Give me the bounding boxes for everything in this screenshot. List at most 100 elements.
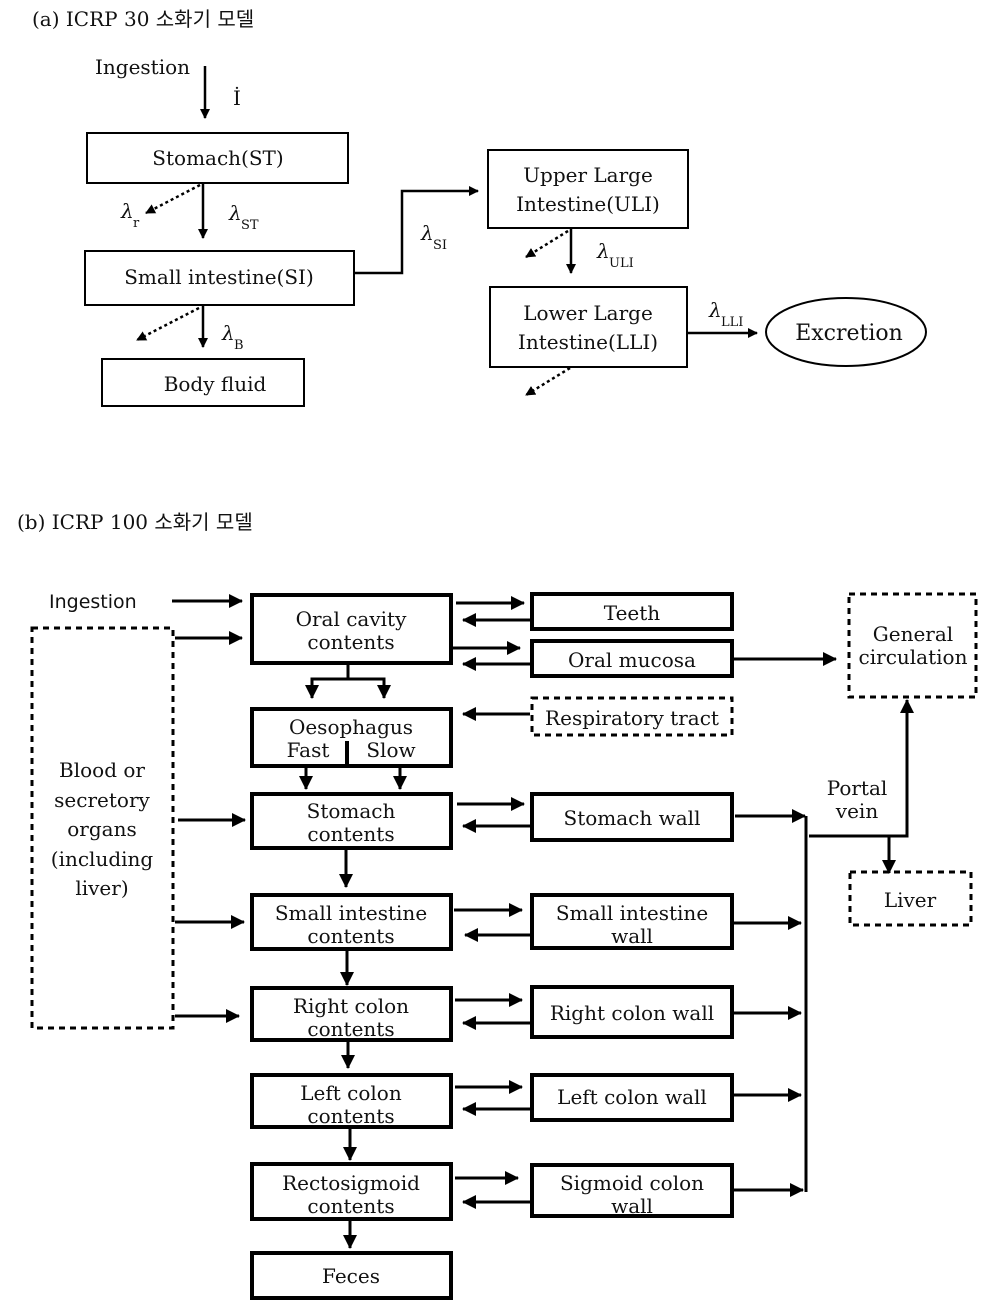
svg-text:LLI: LLI	[721, 315, 743, 330]
panel-a: (a) ICRP 30 소화기 모델 Ingestion İ Stomach(S…	[32, 7, 927, 407]
svg-text:Respiratory tract: Respiratory tract	[545, 706, 719, 730]
oral-to-oesophagus-slow-arrow	[348, 677, 391, 699]
svg-text:Upper Large: Upper Large	[523, 163, 653, 187]
svg-text:Left colon: Left colon	[300, 1081, 402, 1105]
svg-text:wall: wall	[611, 1194, 653, 1218]
uli-dotted-arrow	[525, 229, 569, 259]
teeth-box: Teeth	[530, 592, 734, 631]
svg-text:Stomach: Stomach	[307, 799, 396, 823]
svg-text:wall: wall	[611, 924, 653, 948]
oesophagus-slow-label: Slow	[366, 738, 415, 762]
svg-text:ST: ST	[241, 218, 259, 233]
gi-tract-models-figure: (a) ICRP 30 소화기 모델 Ingestion İ Stomach(S…	[17, 7, 978, 1300]
svg-text:Intestine(LLI): Intestine(LLI)	[518, 330, 658, 354]
svg-text:Sigmoid colon: Sigmoid colon	[560, 1171, 704, 1195]
svg-text:λ: λ	[221, 321, 235, 345]
lambda-lli-label: λ LLI	[708, 298, 743, 330]
svg-text:Right colon: Right colon	[293, 994, 409, 1018]
stomach-wall-box: Stomach wall	[530, 792, 734, 842]
svg-text:contents: contents	[307, 924, 394, 948]
rectosigmoid-contents-box: Rectosigmoid contents	[250, 1162, 453, 1221]
svg-text:circulation: circulation	[859, 645, 968, 669]
svg-text:contents: contents	[307, 1194, 394, 1218]
sigmoid-colon-wall-box: Sigmoid colon wall	[530, 1163, 734, 1218]
svg-text:λ: λ	[596, 239, 610, 263]
svg-text:Portal: Portal	[827, 776, 888, 800]
body-fluid-box: Body fluid	[101, 358, 305, 407]
respiratory-tract-box: Respiratory tract	[530, 696, 734, 737]
small-intestine-contents-box: Small intestine contents	[250, 893, 453, 951]
svg-text:contents: contents	[307, 1017, 394, 1041]
svg-text:Rectosigmoid: Rectosigmoid	[282, 1171, 420, 1195]
svg-text:Small intestine: Small intestine	[275, 901, 427, 925]
svg-text:Stomach(ST): Stomach(ST)	[152, 146, 283, 170]
small-intestine-wall-box: Small intestine wall	[530, 893, 734, 950]
svg-text:(including: (including	[51, 847, 154, 871]
blood-secretory-organs-box: Blood or secretory organs (including liv…	[30, 626, 175, 1030]
svg-text:contents: contents	[307, 1104, 394, 1128]
oral-mucosa-box: Oral mucosa	[530, 639, 734, 678]
svg-text:λ: λ	[120, 199, 134, 223]
right-colon-contents-box: Right colon contents	[250, 986, 453, 1042]
left-colon-contents-box: Left colon contents	[250, 1073, 453, 1129]
lambda-b-label: λ B	[221, 321, 244, 353]
ingestion-rate-label: İ	[233, 86, 241, 110]
svg-text:λ: λ	[228, 201, 242, 225]
svg-text:Body fluid: Body fluid	[164, 372, 267, 396]
lli-dotted-arrow	[525, 366, 571, 397]
svg-text:contents: contents	[307, 630, 394, 654]
panel-b-title: (b) ICRP 100 소화기 모델	[17, 510, 253, 534]
ingestion-label-b: Ingestion	[49, 591, 137, 613]
excretion-ellipse: Excretion	[765, 297, 927, 367]
panel-b: (b) ICRP 100 소화기 모델 Ingestion Blood or s…	[17, 510, 978, 1300]
svg-text:ULI: ULI	[609, 256, 634, 271]
svg-text:Oesophagus: Oesophagus	[289, 715, 413, 739]
svg-text:SI: SI	[433, 238, 447, 253]
svg-text:Intestine(ULI): Intestine(ULI)	[516, 192, 660, 216]
svg-text:Left colon wall: Left colon wall	[557, 1085, 707, 1109]
svg-text:organs: organs	[67, 817, 136, 841]
svg-text:Oral cavity: Oral cavity	[296, 607, 407, 631]
oesophagus-fast-label: Fast	[287, 738, 330, 762]
right-colon-wall-box: Right colon wall	[530, 985, 734, 1039]
oral-to-oesophagus-fast-arrow	[305, 663, 350, 699]
svg-text:λ: λ	[420, 221, 434, 245]
svg-text:Blood or: Blood or	[59, 758, 145, 782]
svg-text:λ: λ	[708, 298, 722, 322]
oral-cavity-contents-box: Oral cavity contents	[250, 593, 453, 665]
lli-box: Lower Large Intestine(LLI)	[489, 286, 688, 368]
lambda-si-label: λ SI	[420, 221, 447, 253]
portal-vein-label: Portal vein	[827, 776, 888, 823]
lambda-uli-label: λ ULI	[596, 239, 634, 271]
oesophagus-box: Oesophagus Fast Slow	[250, 707, 453, 768]
stomach-contents-box: Stomach contents	[250, 792, 453, 850]
svg-text:Feces: Feces	[322, 1264, 380, 1288]
liver-box: Liver	[848, 870, 973, 927]
svg-text:Excretion: Excretion	[795, 321, 903, 346]
svg-text:Teeth: Teeth	[604, 601, 660, 625]
ingestion-label-a: Ingestion	[95, 55, 190, 79]
lambda-r-label: λ r	[120, 199, 140, 231]
svg-text:Small intestine(SI): Small intestine(SI)	[124, 265, 314, 289]
uli-box: Upper Large Intestine(ULI)	[487, 149, 689, 229]
small-intestine-si-box: Small intestine(SI)	[84, 250, 355, 306]
stomach-st-box: Stomach(ST)	[86, 132, 349, 184]
lambda-st-label: λ ST	[228, 201, 259, 233]
general-circulation-box: General circulation	[847, 592, 978, 699]
svg-text:contents: contents	[307, 822, 394, 846]
feces-box: Feces	[250, 1251, 453, 1300]
svg-text:Small intestine: Small intestine	[556, 901, 708, 925]
svg-text:Lower Large: Lower Large	[523, 301, 653, 325]
svg-text:r: r	[133, 216, 140, 231]
lambda-r-dotted-arrow	[145, 183, 201, 215]
svg-text:Oral mucosa: Oral mucosa	[568, 648, 696, 672]
left-colon-wall-box: Left colon wall	[530, 1073, 734, 1122]
svg-text:Stomach wall: Stomach wall	[564, 806, 701, 830]
si-to-uli-arrow	[354, 186, 479, 275]
svg-text:liver): liver)	[75, 876, 128, 900]
svg-text:secretory: secretory	[54, 788, 150, 812]
svg-text:General: General	[873, 622, 953, 646]
si-dotted-arrow	[136, 306, 200, 342]
svg-text:vein: vein	[835, 799, 879, 823]
svg-text:B: B	[234, 338, 244, 353]
